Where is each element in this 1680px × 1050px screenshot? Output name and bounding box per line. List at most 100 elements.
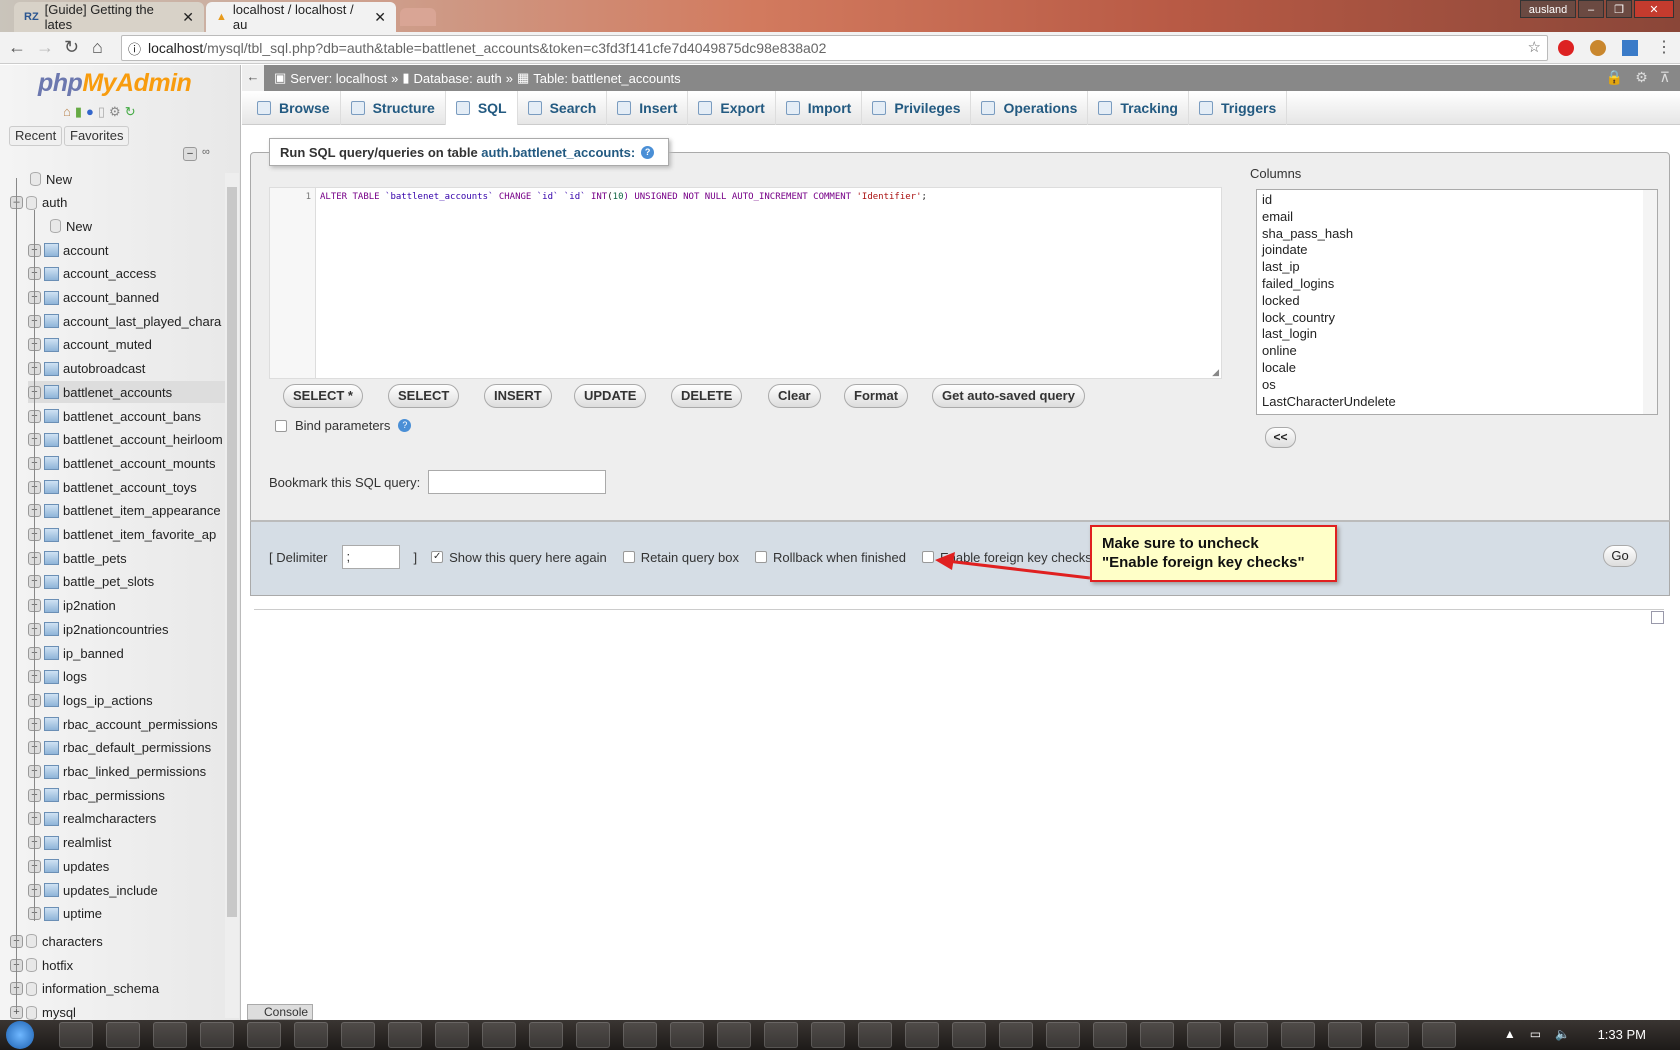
tray-arrow-icon[interactable]: ▲: [1504, 1027, 1516, 1041]
table-item[interactable]: +ip2nation: [28, 595, 225, 617]
taskbar-app-icon[interactable]: [669, 1022, 704, 1048]
info-icon[interactable]: ⓘ: [128, 39, 141, 58]
table-item[interactable]: +battle_pets: [28, 547, 225, 569]
column-option[interactable]: LastCharacterUndelete: [1262, 394, 1652, 411]
tab-privileges[interactable]: Privileges: [862, 91, 972, 125]
breadcrumb-server[interactable]: Server: localhost: [290, 71, 387, 86]
taskbar-app-icon[interactable]: [1327, 1022, 1362, 1048]
table-item[interactable]: +rbac_linked_permissions: [28, 761, 225, 783]
database-item[interactable]: + mysql: [10, 1002, 225, 1020]
network-icon[interactable]: ▭: [1530, 1027, 1541, 1041]
new-database-item[interactable]: New: [30, 168, 225, 190]
enable-foreign-key-checks-checkbox[interactable]: [921, 551, 934, 563]
close-tab-icon[interactable]: ✕: [374, 9, 386, 26]
taskbar-app-icon[interactable]: [152, 1022, 187, 1048]
tab-search[interactable]: Search: [518, 91, 608, 125]
close-tab-icon[interactable]: ✕: [182, 9, 194, 26]
table-item[interactable]: +battlenet_item_favorite_ap: [28, 524, 225, 546]
logout-icon[interactable]: ▮: [75, 104, 82, 120]
rollback-when-finished-checkbox[interactable]: [754, 551, 767, 563]
column-option[interactable]: last_login: [1262, 326, 1652, 343]
home-icon[interactable]: ⌂: [63, 104, 71, 120]
taskbar-app-icon[interactable]: [434, 1022, 469, 1048]
extension-icon[interactable]: [1622, 40, 1638, 56]
settings-icon[interactable]: ⚙: [109, 104, 121, 120]
url-input[interactable]: ⓘ localhost/mysql/tbl_sql.php?db=auth&tab…: [121, 35, 1548, 61]
table-item[interactable]: +realmcharacters: [28, 808, 225, 830]
taskbar-app-icon[interactable]: [293, 1022, 328, 1048]
database-item[interactable]: +information_schema: [10, 978, 225, 1000]
column-option[interactable]: lock_country: [1262, 310, 1652, 327]
table-item[interactable]: +battlenet_account_bans: [28, 405, 225, 427]
select-star-button[interactable]: SELECT *: [283, 384, 363, 408]
back-icon[interactable]: ←: [8, 37, 26, 58]
reload-icon[interactable]: ↻: [64, 37, 79, 58]
recent-button[interactable]: Recent: [9, 126, 63, 146]
taskbar-app-icon[interactable]: [904, 1022, 939, 1048]
taskbar-app-icon[interactable]: [951, 1022, 986, 1048]
browser-tab-active[interactable]: ▲ localhost / localhost / au ✕: [206, 2, 396, 32]
docs-icon[interactable]: ▯: [98, 104, 105, 120]
console-tab[interactable]: Console: [247, 1004, 313, 1020]
page-settings-icon[interactable]: [1651, 611, 1664, 624]
table-item[interactable]: +account: [28, 239, 225, 261]
column-option[interactable]: email: [1262, 209, 1652, 226]
tab-export[interactable]: Export: [688, 91, 776, 125]
help-icon[interactable]: ?: [398, 419, 412, 432]
tab-structure[interactable]: Structure: [341, 91, 446, 125]
help-icon[interactable]: ●: [86, 104, 94, 120]
column-option[interactable]: online: [1262, 343, 1652, 360]
table-item[interactable]: +realmlist: [28, 832, 225, 854]
link-icon[interactable]: ∞: [202, 146, 210, 158]
table-item[interactable]: +battlenet_account_toys: [28, 476, 225, 498]
select-button[interactable]: SELECT: [388, 384, 460, 408]
taskbar-app-icon[interactable]: [1421, 1022, 1456, 1048]
taskbar-app-icon[interactable]: [998, 1022, 1033, 1048]
tab-operations[interactable]: Operations: [971, 91, 1089, 125]
taskbar-app-icon[interactable]: [199, 1022, 234, 1048]
minimize-button[interactable]: –: [1578, 0, 1604, 18]
taskbar-app-icon[interactable]: [1186, 1022, 1221, 1048]
bind-parameters-checkbox[interactable]: [275, 419, 287, 432]
taskbar-app-icon[interactable]: [58, 1022, 93, 1048]
taskbar-app-icon[interactable]: [387, 1022, 422, 1048]
taskbar-app-icon[interactable]: [246, 1022, 281, 1048]
taskbar-app-icon[interactable]: [810, 1022, 845, 1048]
tab-sql[interactable]: SQL: [445, 91, 518, 125]
help-icon[interactable]: ?: [641, 145, 655, 159]
menu-icon[interactable]: ⋮: [1656, 37, 1672, 57]
home-icon[interactable]: ⌂: [92, 37, 103, 58]
collapse-top-icon[interactable]: ⊼: [1660, 69, 1670, 86]
table-item[interactable]: +ip2nationcountries: [28, 618, 225, 640]
taskbar-app-icon[interactable]: [481, 1022, 516, 1048]
table-item[interactable]: +battlenet_account_heirloom: [28, 429, 225, 451]
format-button[interactable]: Format: [844, 384, 909, 408]
taskbar-app-icon[interactable]: [1045, 1022, 1080, 1048]
columns-scrollbar[interactable]: [1643, 190, 1657, 414]
column-option[interactable]: failed_logins: [1262, 276, 1652, 293]
taskbar-app-icon[interactable]: [105, 1022, 140, 1048]
collapse-sidebar-icon[interactable]: ←: [242, 65, 264, 91]
delete-button[interactable]: DELETE: [671, 384, 743, 408]
resize-handle[interactable]: ◢: [1212, 367, 1219, 378]
tab-triggers[interactable]: Triggers: [1189, 91, 1288, 125]
table-item[interactable]: +rbac_permissions: [28, 784, 225, 806]
get-auto-saved-query-button[interactable]: Get auto-saved query: [932, 384, 1085, 408]
table-item[interactable]: +account_banned: [28, 287, 225, 309]
table-item[interactable]: +account_access: [28, 263, 225, 285]
breadcrumb-database[interactable]: Database: auth: [414, 71, 502, 86]
close-window-button[interactable]: ✕: [1634, 0, 1674, 18]
new-table-item[interactable]: New: [50, 215, 225, 237]
taskbar-app-icon[interactable]: [1139, 1022, 1174, 1048]
forward-icon[interactable]: →: [36, 37, 54, 58]
column-option[interactable]: id: [1262, 192, 1652, 209]
database-item[interactable]: +hotfix: [10, 954, 225, 976]
taskbar-app-icon[interactable]: [575, 1022, 610, 1048]
reload-icon[interactable]: ↻: [125, 104, 136, 120]
update-button[interactable]: UPDATE: [574, 384, 647, 408]
table-item[interactable]: +rbac_account_permissions: [28, 713, 225, 735]
sql-editor[interactable]: 1 ALTER TABLE `battlenet_accounts` CHANGE…: [269, 187, 1222, 379]
table-item[interactable]: +uptime: [28, 903, 225, 925]
settings-icon[interactable]: ⚙: [1635, 69, 1648, 86]
taskbar-app-icon[interactable]: [857, 1022, 892, 1048]
